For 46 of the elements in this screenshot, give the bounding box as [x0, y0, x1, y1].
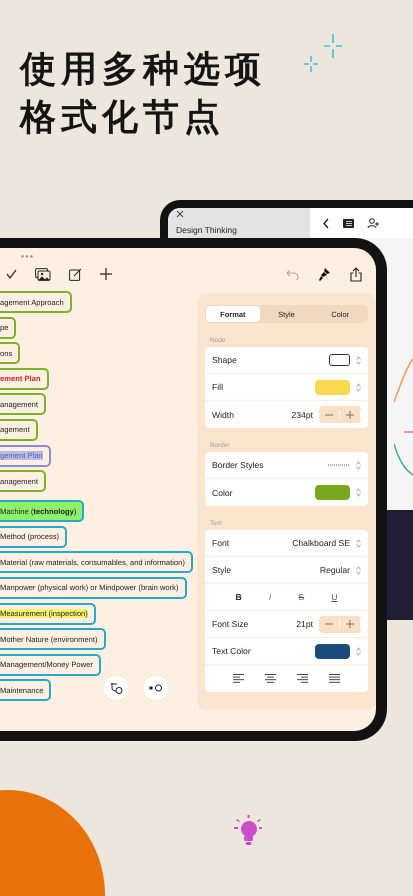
setting-label: Color [212, 488, 233, 498]
text-format-button[interactable]: U [329, 592, 340, 602]
tab-title: Design Thinking [176, 225, 238, 235]
dotted-line-icon[interactable] [328, 464, 350, 466]
outline-icon[interactable] [343, 218, 354, 228]
close-icon[interactable] [176, 210, 184, 218]
setting-value: 234pt [291, 410, 313, 420]
add-icon[interactable] [100, 268, 112, 280]
add-node-button[interactable] [144, 676, 168, 700]
share-icon[interactable] [350, 266, 362, 282]
text-format-button[interactable]: S [296, 592, 306, 602]
color-swatch[interactable] [315, 380, 350, 394]
lightbulb-icon [232, 815, 262, 847]
setting-label: Font [212, 538, 230, 548]
setting-label: Text Color [212, 646, 251, 656]
align-left-icon[interactable] [232, 674, 244, 683]
setting-value[interactable]: Chalkboard SE [292, 538, 350, 548]
align-center-icon[interactable] [264, 674, 276, 683]
back-icon[interactable] [322, 218, 330, 228]
align-right-icon[interactable] [297, 674, 308, 683]
text-format-button[interactable]: I [266, 592, 274, 602]
rectangle-shape-icon[interactable] [329, 354, 350, 366]
node-link-icon [149, 684, 163, 692]
setting-label: Shape [212, 355, 237, 365]
headline-text: 格式化节点 [20, 96, 226, 140]
setting-label: Fill [212, 382, 223, 392]
paintbrush-icon[interactable] [318, 267, 331, 281]
color-swatch[interactable] [315, 644, 350, 658]
setting-value: 21pt [296, 619, 313, 629]
justify-icon[interactable] [329, 674, 340, 683]
add-subtopic-button[interactable] [104, 676, 128, 700]
branch-icon [110, 682, 122, 694]
edit-icon[interactable] [69, 268, 82, 280]
setting-label: Border Styles [212, 460, 264, 470]
text-format-button[interactable]: B [234, 592, 244, 602]
image-icon[interactable] [35, 268, 51, 280]
checkmark-icon[interactable] [6, 269, 17, 279]
document-tab[interactable]: Design Thinking [168, 208, 310, 238]
add-person-icon[interactable] [367, 218, 380, 228]
more-icon[interactable] [21, 255, 33, 258]
color-swatch[interactable] [315, 485, 350, 500]
setting-value[interactable]: Regular [320, 565, 350, 575]
setting-label: Width [212, 410, 234, 420]
setting-label: Font Size [212, 619, 248, 629]
setting-label: Style [212, 565, 232, 575]
headline-text: 使用多种选项 [20, 48, 266, 92]
